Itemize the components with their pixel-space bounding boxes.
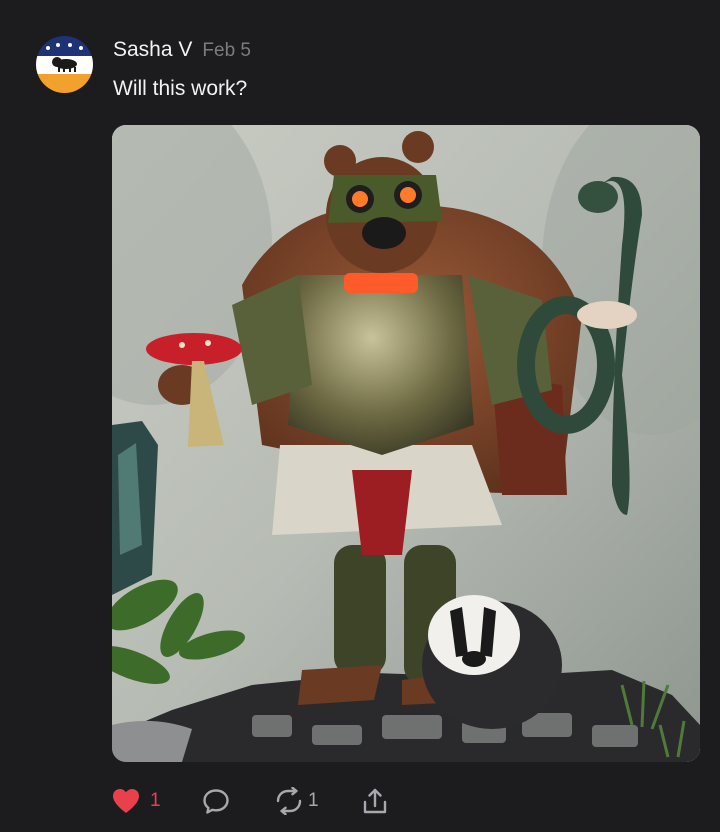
like-button[interactable]: 1	[112, 783, 202, 819]
bear-warrior-figure-image-icon	[112, 125, 700, 762]
post-actions: 1 1	[112, 783, 388, 819]
like-count: 1	[150, 790, 161, 811]
heart-icon	[112, 788, 140, 814]
share-button[interactable]	[362, 783, 388, 819]
repost-icon	[274, 787, 304, 815]
speech-bubble-icon	[202, 788, 230, 815]
repost-count: 1	[308, 790, 319, 811]
post-card: Sasha V Feb 5 Will this work? 1 1	[0, 0, 720, 832]
post-text: Will this work?	[113, 77, 248, 100]
post-header: Sasha V Feb 5	[113, 38, 251, 66]
post-image[interactable]	[112, 125, 700, 762]
avatar[interactable]	[36, 36, 93, 93]
reply-button[interactable]	[202, 783, 274, 819]
author-name[interactable]: Sasha V	[113, 38, 192, 62]
repost-button[interactable]: 1	[274, 783, 362, 819]
share-icon	[362, 787, 388, 815]
bison-flag-avatar-icon	[36, 36, 93, 93]
post-date[interactable]: Feb 5	[202, 40, 251, 62]
